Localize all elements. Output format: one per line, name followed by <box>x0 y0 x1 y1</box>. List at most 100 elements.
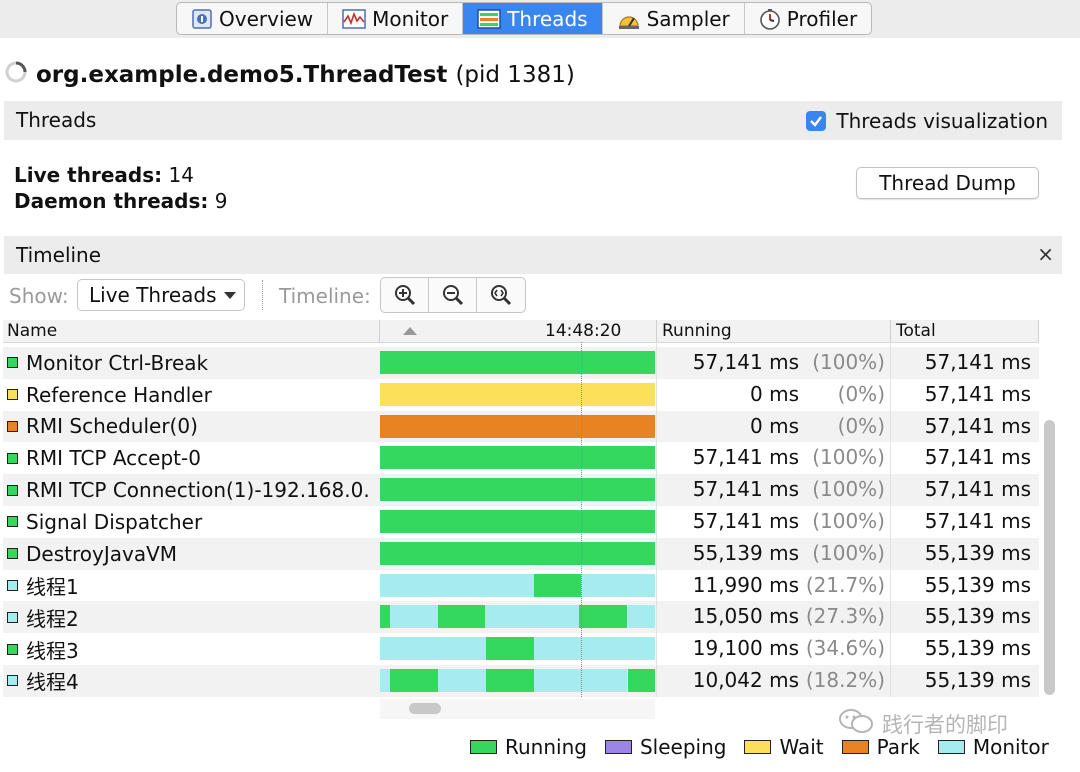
timeline-segment-running <box>486 637 534 661</box>
tab-threads[interactable]: Threads <box>463 3 603 34</box>
show-threads-select[interactable]: Live Threads <box>77 279 245 311</box>
legend-label: Sleeping <box>639 735 727 759</box>
column-header-running[interactable]: Running <box>662 320 732 342</box>
table-row[interactable]: Monitor Ctrl-Break 57,141 ms (100%) 57,141 … <box>3 347 1039 379</box>
tab-label: Sampler <box>646 6 730 31</box>
running-percent: (0%) <box>837 381 885 406</box>
thread-name-cell: RMI TCP Accept-0 <box>7 442 379 474</box>
running-percent: (34.6%) <box>805 636 885 661</box>
legend-item-park: Park <box>841 735 920 759</box>
thread-state-swatch <box>7 579 18 591</box>
running-percent: (100%) <box>812 477 885 502</box>
thread-name-cell: DestroyJavaVM <box>7 538 379 570</box>
tab-monitor[interactable]: Monitor <box>328 3 464 34</box>
running-time: 57,141 ms <box>692 350 799 374</box>
thread-timeline-bar <box>380 637 655 661</box>
threads-section-label: Threads <box>16 108 97 132</box>
thread-name: RMI Scheduler(0) <box>26 414 198 439</box>
thread-state-swatch <box>7 357 18 369</box>
thread-name-cell: RMI TCP Connection(1)-192.168.0. <box>7 474 379 506</box>
total-time: 57,141 ms <box>924 508 1031 533</box>
zoom-fit-button[interactable] <box>477 278 525 312</box>
tab-overview[interactable]: Overview <box>177 3 329 34</box>
table-row[interactable]: RMI Scheduler(0) 0 ms (0%) 57,141 ms <box>3 410 1039 443</box>
total-time: 57,141 ms <box>924 445 1031 470</box>
zoom-in-button[interactable] <box>381 278 429 312</box>
running-percent: (0%) <box>837 413 885 438</box>
visualization-checkbox[interactable] <box>806 111 827 131</box>
table-row[interactable]: Signal Dispatcher 57,141 ms (100%) 57,141 m… <box>3 506 1039 538</box>
live-threads-stat: Live threads: 14 <box>14 162 227 188</box>
thread-name: Signal Dispatcher <box>26 509 203 534</box>
table-row[interactable]: DestroyJavaVM 55,139 ms (100%) 55,139 ms <box>3 537 1039 570</box>
thread-state-swatch <box>7 643 18 655</box>
column-divider[interactable] <box>656 320 657 342</box>
thread-state-swatch <box>7 611 18 623</box>
thread-name: Monitor Ctrl-Break <box>26 350 209 375</box>
tab-label: Threads <box>507 6 588 31</box>
legend-item-wait: Wait <box>744 735 824 759</box>
sampler-icon <box>617 8 641 30</box>
total-time: 57,141 ms <box>924 477 1031 502</box>
page-title: org.example.demo5.ThreadTest (pid 1381) <box>4 58 575 92</box>
table-row[interactable]: 线程3 19,100 ms (34.6%) 55,139 ms <box>3 633 1039 665</box>
vertical-scrollbar[interactable] <box>1044 420 1055 695</box>
thread-name-cell: RMI Scheduler(0) <box>7 411 379 443</box>
running-time: 0 ms <box>750 413 799 438</box>
running-percent: (100%) <box>812 445 885 470</box>
column-header-time[interactable]: 14:48:20 <box>545 320 621 342</box>
column-divider[interactable] <box>890 320 891 342</box>
running-time: 15,050 ms <box>692 604 799 629</box>
tab-label: Profiler <box>786 6 858 31</box>
timeline-segment-park <box>380 414 655 438</box>
total-time: 57,141 ms <box>924 350 1031 374</box>
thread-state-swatch <box>7 675 18 687</box>
legend-swatch <box>470 740 497 754</box>
timeline-segment-running <box>380 351 655 374</box>
column-header-total[interactable]: Total <box>896 320 936 342</box>
total-time: 55,139 ms <box>924 572 1031 597</box>
legend-item-running: Running <box>470 735 587 759</box>
thread-name: Reference Handler <box>26 382 212 407</box>
close-icon[interactable]: × <box>1037 242 1054 266</box>
zoom-controls <box>380 277 526 313</box>
timeline-segment-monitor <box>380 668 390 692</box>
running-percent: (27.3%) <box>805 604 885 629</box>
tab-profiler[interactable]: Profiler <box>745 3 871 34</box>
thread-timeline-bar <box>380 668 655 692</box>
table-row[interactable]: 线程1 11,990 ms (21.7%) 55,139 ms <box>3 570 1039 602</box>
table-row[interactable]: RMI TCP Accept-0 57,141 ms (100%) 57,141 ms <box>3 442 1039 474</box>
threads-icon <box>477 8 501 30</box>
threads-table-body: Monitor Ctrl-Break 57,141 ms (100%) 57,141 … <box>3 347 1039 697</box>
thread-name: RMI TCP Connection(1)-192.168.0. <box>26 478 370 503</box>
column-divider[interactable] <box>379 320 380 342</box>
timeline-segment-running <box>380 509 655 533</box>
thread-dump-button[interactable]: Thread Dump <box>856 167 1039 199</box>
table-row[interactable]: 线程4 10,042 ms (18.2%) 55,139 ms <box>3 664 1039 697</box>
show-threads-value: Live Threads <box>89 283 217 307</box>
timeline-section-header: Timeline × <box>4 236 1062 274</box>
threads-visualization-toggle[interactable]: Threads visualization <box>806 109 1048 133</box>
application-name: org.example.demo5.ThreadTest <box>36 62 448 88</box>
zoom-out-button[interactable] <box>429 278 477 312</box>
timeline-segment-running <box>380 446 655 470</box>
running-percent: (100%) <box>812 350 885 374</box>
checkmark-icon <box>810 116 823 127</box>
table-row[interactable]: RMI TCP Connection(1)-192.168.0. 57,141 m… <box>3 474 1039 506</box>
daemon-threads-label: Daemon threads: <box>14 189 209 213</box>
visualization-label: Threads visualization <box>836 109 1048 133</box>
thread-timeline-bar <box>380 446 655 470</box>
timeline-horizontal-scrollbar[interactable] <box>409 703 441 714</box>
thread-name: DestroyJavaVM <box>26 541 178 566</box>
daemon-threads-value: 9 <box>214 189 228 213</box>
table-row[interactable]: Reference Handler 0 ms (0%) 57,141 ms <box>3 379 1039 411</box>
column-header-name[interactable]: Name <box>7 320 57 342</box>
time-marker-line <box>581 342 582 697</box>
thread-name-cell: 线程2 <box>7 601 379 633</box>
total-time: 55,139 ms <box>924 636 1031 661</box>
tab-sampler[interactable]: Sampler <box>603 3 745 34</box>
thread-name: 线程2 <box>26 606 79 631</box>
legend-swatch <box>841 740 869 754</box>
table-row[interactable]: 线程2 15,050 ms (27.3%) 55,139 ms <box>3 601 1039 634</box>
thread-state-swatch <box>7 389 18 401</box>
